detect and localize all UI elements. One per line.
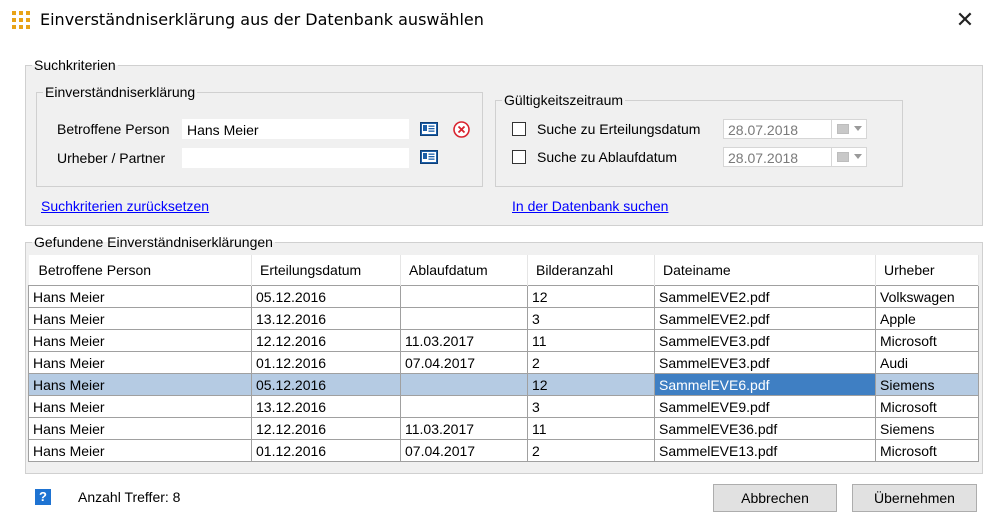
close-icon[interactable]: ✕ — [950, 6, 980, 34]
table-row-selected[interactable]: Hans Meier 05.12.2016 12 SammelEVE6.pdf Siem… — [28, 373, 979, 396]
table-row[interactable]: Hans Meier 01.12.2016 07.04.2017 2 SammelEVE… — [28, 351, 979, 374]
author-label: Urheber / Partner — [57, 150, 166, 166]
table-cell[interactable]: 11 — [527, 329, 655, 352]
title-bar: Einverständniserklärung aus der Datenban… — [0, 0, 986, 44]
table-cell[interactable]: 13.12.2016 — [251, 395, 401, 418]
table-cell[interactable]: SammelEVE9.pdf — [654, 395, 876, 418]
table-cell[interactable]: 12.12.2016 — [251, 417, 401, 440]
column-header[interactable]: Ablaufdatum — [400, 255, 528, 286]
table-cell[interactable] — [400, 307, 528, 330]
person-label: Betroffene Person — [57, 121, 170, 137]
validity-group: Gültigkeitszeitraum — [495, 92, 903, 187]
table-cell[interactable]: 11.03.2017 — [400, 329, 528, 352]
table-cell[interactable]: SammelEVE2.pdf — [654, 307, 876, 330]
table-cell[interactable]: Hans Meier — [28, 285, 252, 308]
chevron-down-icon — [854, 126, 862, 131]
hits-count: Anzahl Treffer: 8 — [78, 489, 181, 505]
table-cell[interactable]: 12 — [527, 373, 655, 396]
reset-criteria-link[interactable]: Suchkriterien zurücksetzen — [41, 198, 209, 214]
column-header[interactable]: Dateiname — [654, 255, 876, 286]
table-cell[interactable]: 3 — [527, 395, 655, 418]
table-cell[interactable] — [400, 373, 528, 396]
address-card-icon[interactable] — [420, 150, 438, 164]
table-cell[interactable] — [400, 395, 528, 418]
table-cell[interactable]: 01.12.2016 — [251, 351, 401, 374]
window-title: Einverständniserklärung aus der Datenban… — [40, 10, 484, 29]
table-header-row: Betroffene Person Erteilungsdatum Ablauf… — [28, 255, 979, 286]
table-row[interactable]: Hans Meier 13.12.2016 3 SammelEVE9.pdf Micro… — [28, 395, 979, 418]
expiry-date-checkbox[interactable] — [512, 150, 526, 164]
person-input[interactable]: Hans Meier — [182, 119, 409, 139]
search-database-link[interactable]: In der Datenbank suchen — [512, 198, 668, 214]
table-row[interactable]: Hans Meier 05.12.2016 12 SammelEVE2.pdf Volk… — [28, 285, 979, 308]
expiry-date-label: Suche zu Ablaufdatum — [537, 149, 678, 165]
consent-group-title: Einverständniserklärung — [45, 84, 196, 100]
search-criteria-title: Suchkriterien — [34, 57, 116, 73]
table-cell[interactable]: Hans Meier — [28, 417, 252, 440]
cancel-button[interactable]: Abbrechen — [713, 484, 837, 512]
calendar-icon — [837, 124, 849, 134]
table-cell[interactable]: Apple — [875, 307, 979, 330]
expiry-date-input[interactable]: 28.07.2018 — [723, 147, 832, 167]
calendar-icon — [837, 152, 849, 162]
table-cell[interactable]: 13.12.2016 — [251, 307, 401, 330]
address-card-icon[interactable] — [420, 122, 438, 136]
table-cell[interactable]: Hans Meier — [28, 439, 252, 462]
table-cell[interactable]: 05.12.2016 — [251, 373, 401, 396]
table-cell[interactable]: 3 — [527, 307, 655, 330]
accept-button[interactable]: Übernehmen — [852, 484, 977, 512]
results-group-title: Gefundene Einverständniserklärungen — [34, 234, 273, 250]
table-cell[interactable]: SammelEVE3.pdf — [654, 351, 876, 374]
table-cell[interactable]: 07.04.2017 — [400, 439, 528, 462]
issue-date-label: Suche zu Erteilungsdatum — [537, 121, 701, 137]
issue-date-input[interactable]: 28.07.2018 — [723, 119, 832, 139]
grid-dots-icon — [12, 11, 30, 29]
table-cell[interactable]: 12.12.2016 — [251, 329, 401, 352]
table-row[interactable]: Hans Meier 12.12.2016 11.03.2017 11 SammelEV… — [28, 329, 979, 352]
table-row[interactable]: Hans Meier 12.12.2016 11.03.2017 11 SammelEV… — [28, 417, 979, 440]
column-header[interactable]: Bilderanzahl — [527, 255, 655, 286]
table-cell[interactable]: Hans Meier — [28, 307, 252, 330]
column-header[interactable]: Erteilungsdatum — [251, 255, 401, 286]
table-cell[interactable]: Microsoft — [875, 329, 979, 352]
table-cell[interactable]: Hans Meier — [28, 351, 252, 374]
table-cell[interactable]: Hans Meier — [28, 395, 252, 418]
table-cell[interactable]: Siemens — [875, 417, 979, 440]
table-cell[interactable]: 2 — [527, 351, 655, 374]
table-cell[interactable] — [400, 285, 528, 308]
column-header[interactable]: Betroffene Person — [28, 255, 252, 286]
table-cell[interactable]: Siemens — [875, 373, 979, 396]
table-cell[interactable]: 11.03.2017 — [400, 417, 528, 440]
column-header[interactable]: Urheber — [875, 255, 979, 286]
author-input[interactable] — [182, 148, 409, 168]
help-icon[interactable]: ? — [35, 489, 51, 505]
table-row[interactable]: Hans Meier 13.12.2016 3 SammelEVE2.pdf Apple — [28, 307, 979, 330]
table-cell[interactable]: 07.04.2017 — [400, 351, 528, 374]
results-table: Betroffene Person Erteilungsdatum Ablauf… — [28, 255, 979, 462]
table-cell[interactable]: 01.12.2016 — [251, 439, 401, 462]
table-cell[interactable]: 12 — [527, 285, 655, 308]
table-cell[interactable]: Microsoft — [875, 395, 979, 418]
table-cell[interactable]: Hans Meier — [28, 329, 252, 352]
issue-date-picker[interactable] — [831, 119, 867, 139]
table-cell[interactable]: SammelEVE3.pdf — [654, 329, 876, 352]
clear-icon[interactable] — [453, 121, 470, 138]
table-cell[interactable]: SammelEVE2.pdf — [654, 285, 876, 308]
table-cell[interactable]: 11 — [527, 417, 655, 440]
validity-group-title: Gültigkeitszeitraum — [504, 92, 624, 108]
issue-date-checkbox[interactable] — [512, 122, 526, 136]
table-cell[interactable]: 05.12.2016 — [251, 285, 401, 308]
expiry-date-picker[interactable] — [831, 147, 867, 167]
chevron-down-icon — [854, 154, 862, 159]
table-cell[interactable]: Volkswagen — [875, 285, 979, 308]
table-cell[interactable]: SammelEVE36.pdf — [654, 417, 876, 440]
table-cell[interactable]: 2 — [527, 439, 655, 462]
table-row[interactable]: Hans Meier 01.12.2016 07.04.2017 2 SammelEVE… — [28, 439, 979, 462]
table-cell[interactable]: Microsoft — [875, 439, 979, 462]
table-cell-active[interactable]: SammelEVE6.pdf — [654, 373, 876, 396]
table-cell[interactable]: Hans Meier — [28, 373, 252, 396]
table-cell[interactable]: Audi — [875, 351, 979, 374]
table-cell[interactable]: SammelEVE13.pdf — [654, 439, 876, 462]
